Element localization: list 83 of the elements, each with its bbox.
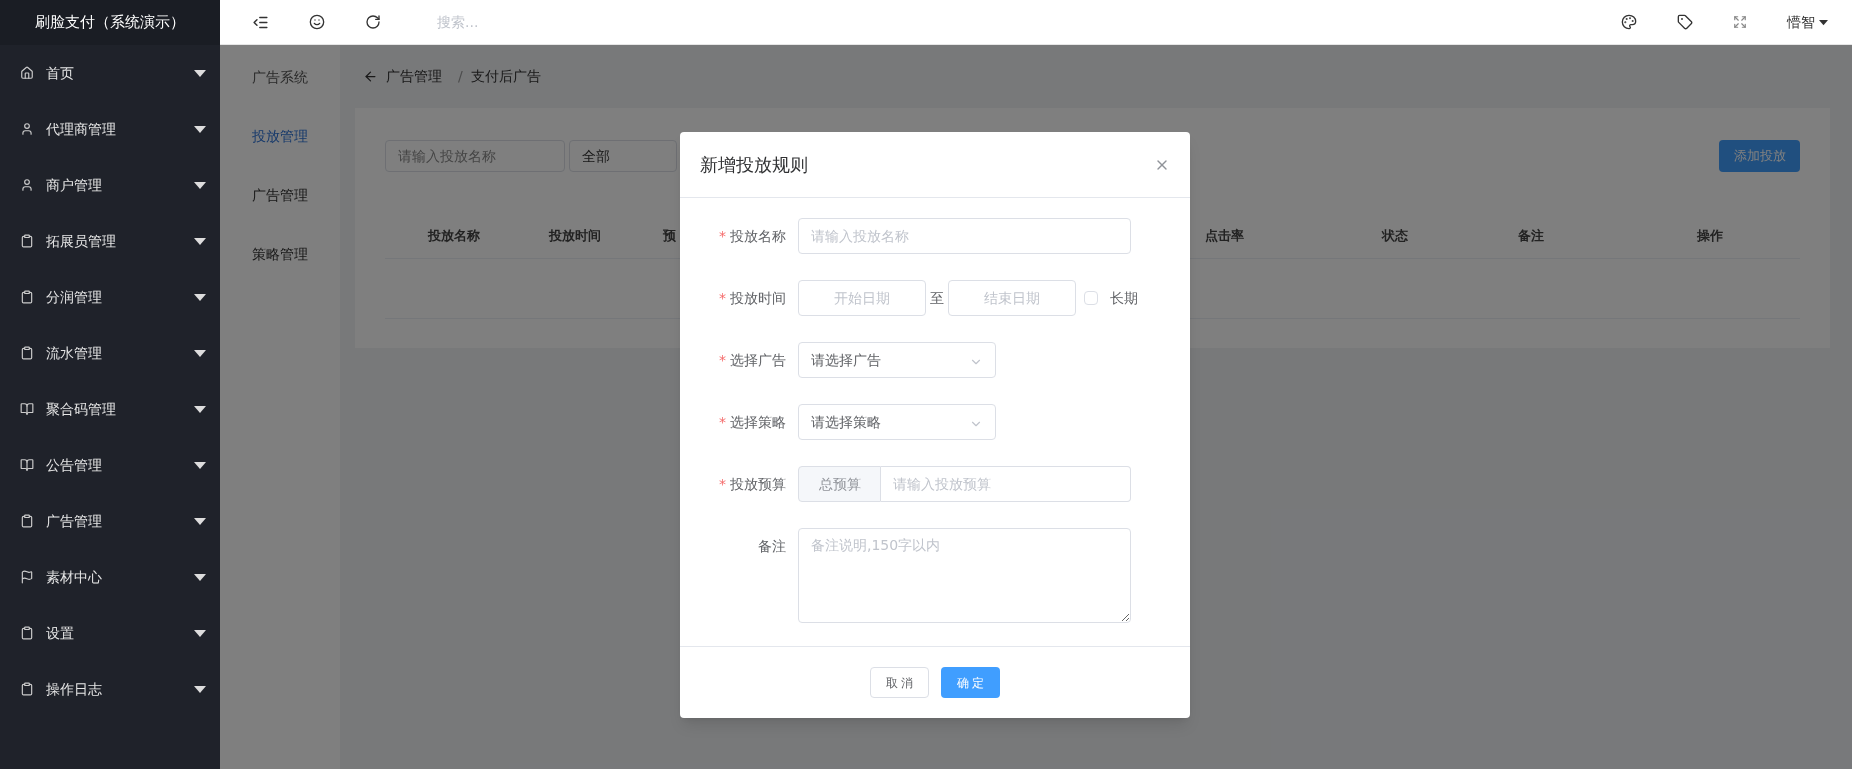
start-date-input[interactable]: 开始日期 [798,280,926,316]
subnav-item[interactable]: 广告管理 [252,185,340,206]
subnav-item[interactable]: 策略管理 [252,244,340,265]
caret-icon [194,685,206,693]
required-asterisk: * [719,289,726,308]
column-header: 投放名称 [428,227,480,246]
required-asterisk: * [719,227,726,246]
field-label: 投放时间 [730,289,786,308]
breadcrumb-separator: / [458,67,463,86]
required-asterisk: * [719,413,726,432]
caret-icon [194,461,206,469]
budget-input[interactable]: 请输入投放预算 [881,466,1131,502]
field-label: 备注 [758,537,786,556]
sidebar-item[interactable]: 流水管理 [0,325,220,381]
cancel-button[interactable]: 取 消 [870,667,929,698]
flag-icon [20,570,34,584]
sidebar-item[interactable]: 聚合码管理 [0,381,220,437]
checkbox-label: 长期 [1110,289,1138,308]
sidebar-item[interactable]: 素材中心 [0,549,220,605]
caret-icon [194,573,206,581]
caret-icon [194,517,206,525]
caret-icon [194,405,206,413]
caret-icon [194,237,206,245]
long-term-checkbox[interactable] [1084,291,1098,305]
column-header: 操作 [1697,227,1723,246]
book-icon [20,458,34,472]
caret-icon [194,125,206,133]
clipboard-icon [20,682,34,696]
search-field[interactable]: 搜索... [437,12,737,32]
column-header: 投放时间 [549,227,601,246]
breadcrumb-item[interactable]: 支付后广告 [470,66,541,87]
field-label: 投放预算 [730,475,786,494]
required-asterisk: * [719,475,726,494]
palette-icon[interactable] [1621,14,1637,30]
caret-icon [194,69,206,77]
caret-icon [1819,18,1828,26]
sidebar-item[interactable]: 操作日志 [0,661,220,717]
sidebar-item[interactable]: 设置 [0,605,220,661]
clipboard-icon [20,514,34,528]
column-header: 点击率 [1205,227,1244,246]
name-input[interactable]: 请输入投放名称 [798,218,1131,254]
smile-icon[interactable] [309,14,325,30]
select-field[interactable]: 请选择策略 [798,404,996,440]
end-date-input[interactable]: 结束日期 [948,280,1076,316]
subnav-title: 广告系统 [252,68,309,87]
caret-icon [194,293,206,301]
column-header: 状态 [1382,227,1408,246]
status-select[interactable]: 全部 [569,140,677,172]
column-header: 备注 [1518,227,1544,246]
user-icon [20,122,34,136]
refresh-icon[interactable] [365,14,381,30]
home-icon [20,66,34,80]
field-label: 选择广告 [730,351,786,370]
clipboard-icon [20,290,34,304]
column-header: 预 [663,227,676,246]
user-icon [20,178,34,192]
clipboard-icon [20,626,34,640]
field-label: 选择策略 [730,413,786,432]
sidebar-item[interactable]: 分润管理 [0,269,220,325]
remark-textarea[interactable]: 备注说明,150字以内 [798,528,1131,623]
caret-icon [194,349,206,357]
sidebar-item[interactable]: 拓展员管理 [0,213,220,269]
required-asterisk: * [719,351,726,370]
sidebar-item[interactable]: 公告管理 [0,437,220,493]
sidebar-item[interactable]: 广告管理 [0,493,220,549]
app-title: 刷脸支付（系统演示） [35,12,185,34]
dialog-title: 新增投放规则 [700,153,808,177]
select-field[interactable]: 请选择广告 [798,342,996,378]
caret-icon [194,181,206,189]
book-icon [20,402,34,416]
clipboard-icon [20,234,34,248]
tag-icon[interactable] [1677,14,1693,30]
sidebar-item[interactable]: 商户管理 [0,157,220,213]
range-separator: 至 [930,289,944,308]
budget-prefix: 总预算 [798,466,881,502]
user-menu[interactable]: 懵智 [1787,12,1828,32]
caret-icon [194,629,206,637]
sidebar-item[interactable]: 首页 [0,45,220,101]
sidebar-item[interactable]: 代理商管理 [0,101,220,157]
breadcrumb-item[interactable]: 广告管理 [386,66,442,87]
clipboard-icon [20,346,34,360]
fullscreen-icon[interactable] [1733,15,1747,29]
field-label: 投放名称 [730,227,786,246]
